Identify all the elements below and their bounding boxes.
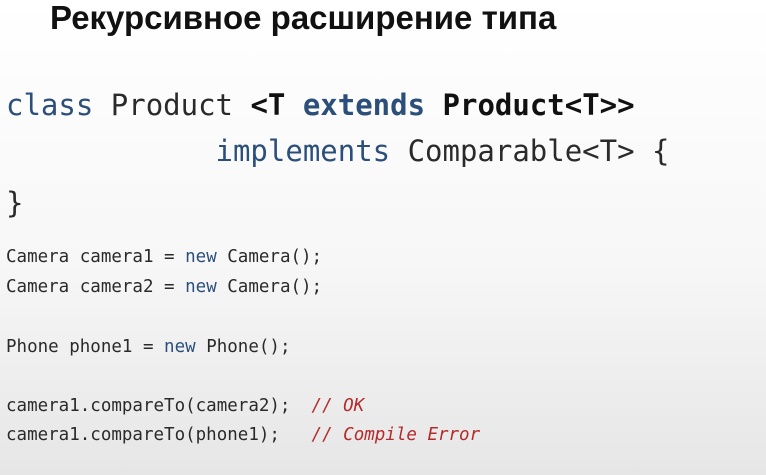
keyword-class: class (6, 88, 94, 122)
type-param-open: <T (250, 88, 303, 122)
code-text: Camera camera2 = (6, 277, 186, 297)
keyword-extends: extends (302, 88, 426, 122)
slide: Рекурсивное расширение типа class Produc… (0, 0, 766, 475)
keyword-new: new (185, 247, 217, 267)
code-line-phone1: Phone phone1 = new Phone(); (6, 336, 290, 358)
code-text: Phone phone1 = (6, 337, 165, 357)
code-line-close-brace: } (6, 186, 24, 220)
code-line-camera2: Camera camera2 = new Camera(); (6, 276, 322, 298)
code-text: Camera camera1 = (6, 247, 186, 267)
code-text: Camera(); (216, 247, 323, 267)
class-name: Product (93, 88, 251, 122)
code-line-compare-ok: camera1.compareTo(camera2); // OK (6, 395, 364, 417)
keyword-new: new (185, 277, 217, 297)
code-line-camera1: Camera camera1 = new Camera(); (6, 246, 322, 268)
comment-compile-error: // Compile Error (311, 425, 481, 445)
keyword-new: new (164, 337, 196, 357)
code-text: Phone(); (195, 337, 291, 357)
code-text: camera1.compareTo(camera2); (6, 396, 312, 416)
comment-ok: // OK (311, 396, 365, 416)
code-line-class-declaration: class Product <T extends Product<T>> (6, 87, 635, 123)
interface-name: Comparable<T> { (390, 134, 670, 168)
code-text: Camera(); (216, 277, 323, 297)
type-bound: Product<T>> (425, 88, 635, 122)
code-line-implements: implements Comparable<T> { (6, 133, 670, 169)
slide-title: Рекурсивное расширение типа (50, 0, 557, 36)
keyword-implements: implements (215, 134, 391, 168)
code-line-compare-error: camera1.compareTo(phone1); // Compile Er… (6, 424, 480, 446)
code-text: camera1.compareTo(phone1); (6, 425, 312, 445)
